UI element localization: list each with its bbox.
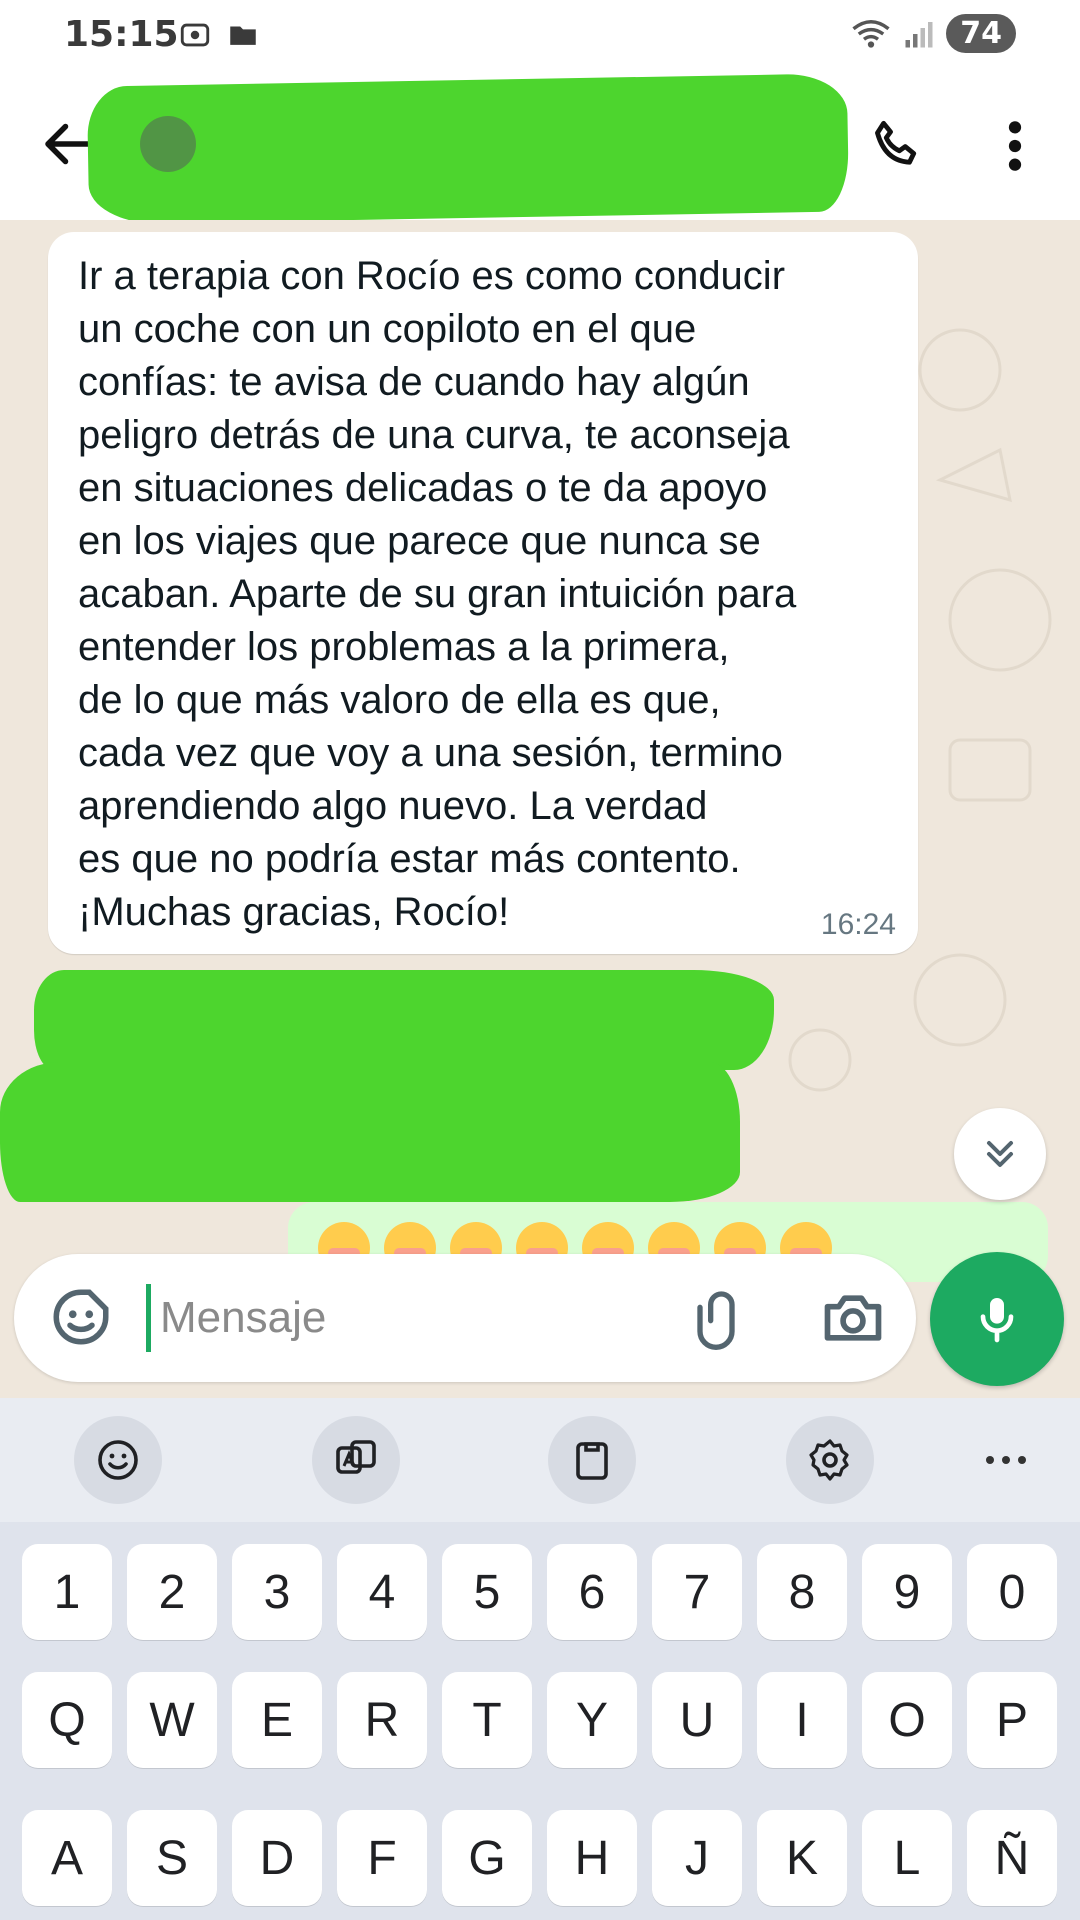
paperclip-icon[interactable] bbox=[684, 1284, 748, 1352]
keyboard-settings-button[interactable] bbox=[786, 1416, 874, 1504]
more-vertical-icon[interactable] bbox=[990, 114, 1040, 178]
signal-icon bbox=[905, 21, 933, 47]
key[interactable]: H bbox=[547, 1810, 637, 1906]
phone-icon[interactable] bbox=[866, 114, 930, 178]
contact-info-redacted[interactable] bbox=[86, 73, 850, 225]
key[interactable]: Q bbox=[22, 1672, 112, 1768]
emoji-button[interactable] bbox=[74, 1416, 162, 1504]
key[interactable]: E bbox=[232, 1672, 322, 1768]
key[interactable]: 7 bbox=[652, 1544, 742, 1640]
message-composer bbox=[14, 1254, 916, 1382]
text-caret bbox=[146, 1284, 151, 1352]
key[interactable]: K bbox=[757, 1810, 847, 1906]
translate-icon bbox=[336, 1440, 376, 1474]
double-chevron-down-icon bbox=[986, 1140, 1014, 1168]
key[interactable]: 3 bbox=[232, 1544, 322, 1640]
key[interactable]: L bbox=[862, 1810, 952, 1906]
folder-icon bbox=[230, 26, 256, 45]
message-text: Ir a terapia con Rocío es como conducir … bbox=[78, 254, 797, 934]
key[interactable]: G bbox=[442, 1810, 532, 1906]
clipboard-icon bbox=[576, 1442, 608, 1480]
camera-icon[interactable] bbox=[818, 1284, 888, 1352]
key[interactable]: 8 bbox=[757, 1544, 847, 1640]
redacted-message bbox=[0, 1062, 740, 1202]
key[interactable]: 5 bbox=[442, 1544, 532, 1640]
avatar[interactable] bbox=[140, 116, 196, 172]
message-input[interactable] bbox=[160, 1280, 680, 1356]
screenshot-icon bbox=[180, 23, 210, 47]
voice-message-button[interactable] bbox=[930, 1252, 1064, 1386]
chat-area[interactable]: Ir a terapia con Rocío es como conducir … bbox=[0, 220, 1080, 1398]
key[interactable]: P bbox=[967, 1672, 1057, 1768]
key[interactable]: U bbox=[652, 1672, 742, 1768]
incoming-message-bubble[interactable]: Ir a terapia con Rocío es como conducir … bbox=[48, 232, 918, 954]
scroll-to-bottom-button[interactable] bbox=[954, 1108, 1046, 1200]
key[interactable]: R bbox=[337, 1672, 427, 1768]
redacted-message bbox=[34, 970, 774, 1070]
message-timestamp: 16:24 bbox=[820, 908, 896, 941]
settings-icon bbox=[809, 1439, 849, 1481]
status-time: 15:15 bbox=[64, 14, 179, 55]
translate-button[interactable] bbox=[312, 1416, 400, 1504]
status-bar: 15:15 74 bbox=[0, 0, 1080, 72]
key[interactable]: 6 bbox=[547, 1544, 637, 1640]
key[interactable]: A bbox=[22, 1810, 112, 1906]
key[interactable]: 9 bbox=[862, 1544, 952, 1640]
microphone-icon bbox=[980, 1298, 1014, 1343]
on-screen-keyboard: 1 2 3 4 5 6 7 8 9 0 Q W E R T Y U I O P … bbox=[0, 1398, 1080, 1920]
key[interactable]: 4 bbox=[337, 1544, 427, 1640]
wifi-icon bbox=[852, 19, 890, 48]
keyboard-toolbar bbox=[0, 1398, 1080, 1522]
key[interactable]: 0 bbox=[967, 1544, 1057, 1640]
key[interactable]: O bbox=[862, 1672, 952, 1768]
key[interactable]: Ñ bbox=[967, 1810, 1057, 1906]
key[interactable]: W bbox=[127, 1672, 217, 1768]
key[interactable]: Y bbox=[547, 1672, 637, 1768]
chat-header bbox=[0, 72, 1080, 225]
key[interactable]: 1 bbox=[22, 1544, 112, 1640]
more-horizontal-icon[interactable] bbox=[970, 1434, 1042, 1486]
key[interactable]: S bbox=[127, 1810, 217, 1906]
key[interactable]: D bbox=[232, 1810, 322, 1906]
sticker-icon[interactable] bbox=[48, 1284, 114, 1350]
key[interactable]: T bbox=[442, 1672, 532, 1768]
emoji-icon bbox=[98, 1440, 138, 1480]
key[interactable]: F bbox=[337, 1810, 427, 1906]
clipboard-button[interactable] bbox=[548, 1416, 636, 1504]
key[interactable]: I bbox=[757, 1672, 847, 1768]
key[interactable]: 2 bbox=[127, 1544, 217, 1640]
battery-indicator: 74 bbox=[946, 14, 1016, 53]
key[interactable]: J bbox=[652, 1810, 742, 1906]
